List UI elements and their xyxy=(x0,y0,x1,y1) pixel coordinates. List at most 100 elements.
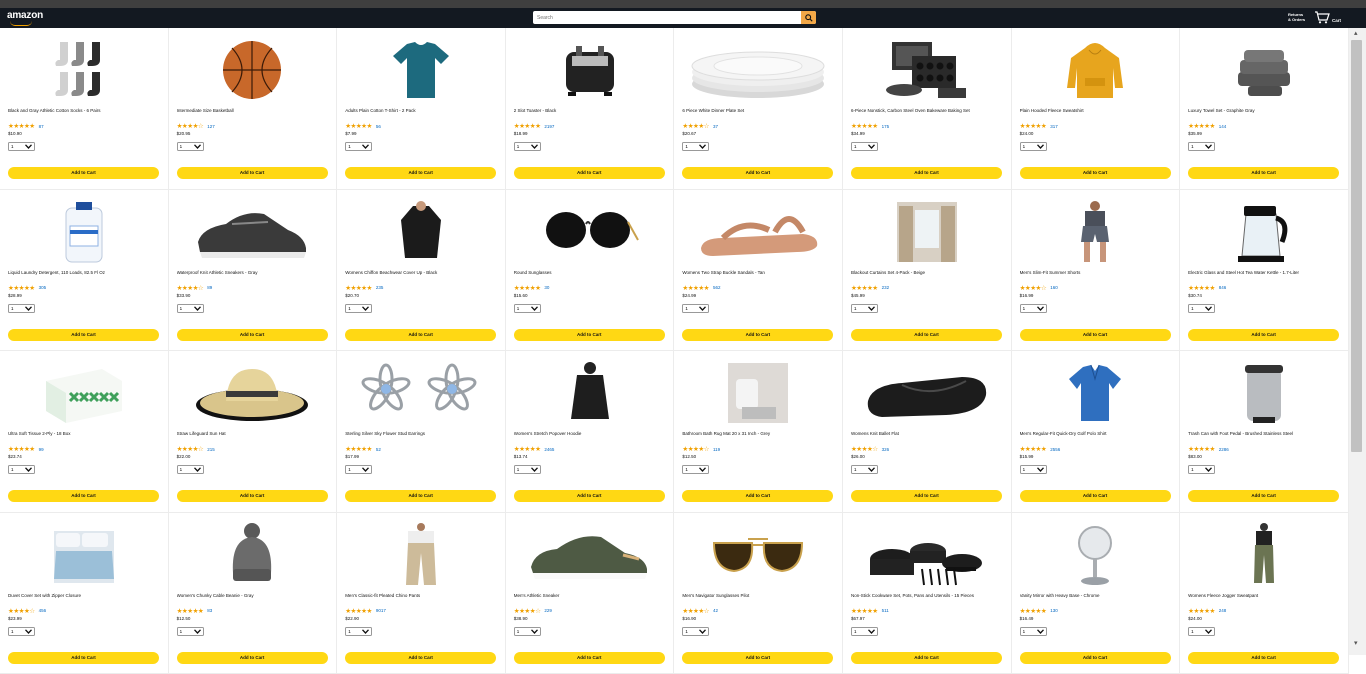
basketball-image[interactable] xyxy=(169,38,337,102)
sunhat-image[interactable] xyxy=(169,361,337,425)
rating-count-link[interactable]: 42 xyxy=(713,608,718,613)
tissue-image[interactable] xyxy=(0,361,168,425)
rating-count-link[interactable]: 562 xyxy=(713,285,721,290)
add-to-cart-button[interactable]: Add to Cart xyxy=(177,167,328,179)
rating-count-link[interactable]: 127 xyxy=(207,124,215,129)
quantity-select[interactable]: 1 xyxy=(1188,627,1215,636)
product-title[interactable]: Womens Knit Ballet Flat xyxy=(851,431,1006,436)
add-to-cart-button[interactable]: Add to Cart xyxy=(345,167,496,179)
sandal-image[interactable] xyxy=(674,200,842,264)
rating-count-link[interactable]: 99 xyxy=(39,447,44,452)
quantity-select[interactable]: 1 xyxy=(682,465,709,474)
rating-count-link[interactable]: 326 xyxy=(882,447,890,452)
product-title[interactable]: 6 Piece White Dinner Plate Set xyxy=(682,108,837,113)
add-to-cart-button[interactable]: Add to Cart xyxy=(851,652,1002,664)
product-title[interactable]: Duvet Cover Set with Zipper Closure xyxy=(8,593,163,598)
rating-count-link[interactable]: 229 xyxy=(544,608,552,613)
add-to-cart-button[interactable]: Add to Cart xyxy=(8,490,159,502)
quantity-select[interactable]: 1 xyxy=(514,465,541,474)
hoodie-women-image[interactable] xyxy=(506,361,674,425)
quantity-select[interactable]: 1 xyxy=(1020,142,1047,151)
add-to-cart-button[interactable]: Add to Cart xyxy=(1020,329,1171,341)
quantity-select[interactable]: 1 xyxy=(1188,465,1215,474)
quantity-select[interactable]: 1 xyxy=(345,627,372,636)
rating-count-link[interactable]: 248 xyxy=(1219,608,1227,613)
rating-count-link[interactable]: 83 xyxy=(207,608,212,613)
product-title[interactable]: Adults Plain Cotton T-Shirt - 2 Pack xyxy=(345,108,500,113)
rating-count-link[interactable]: 30 xyxy=(544,285,549,290)
aviator-image[interactable] xyxy=(674,523,842,587)
add-to-cart-button[interactable]: Add to Cart xyxy=(177,329,328,341)
add-to-cart-button[interactable]: Add to Cart xyxy=(8,652,159,664)
add-to-cart-button[interactable]: Add to Cart xyxy=(514,167,665,179)
search-input[interactable] xyxy=(533,11,805,24)
quantity-select[interactable]: 1 xyxy=(345,465,372,474)
add-to-cart-button[interactable]: Add to Cart xyxy=(682,167,833,179)
product-title[interactable]: Waterproof Knit Athletic Sneakers - Gray xyxy=(177,270,332,275)
polo-image[interactable] xyxy=(1012,361,1180,425)
quantity-select[interactable]: 1 xyxy=(345,142,372,151)
add-to-cart-button[interactable]: Add to Cart xyxy=(682,652,833,664)
scroll-thumb[interactable] xyxy=(1351,40,1362,452)
quantity-select[interactable]: 1 xyxy=(514,304,541,313)
plates-image[interactable] xyxy=(674,38,842,102)
cookware-image[interactable] xyxy=(843,523,1011,587)
product-title[interactable]: Liquid Laundry Detergent, 110 Loads, 82.… xyxy=(8,270,163,275)
product-title[interactable]: Men's Navigator Sunglasses Pilot xyxy=(682,593,837,598)
product-title[interactable]: Luxury Towel Set - Graphite Gray xyxy=(1188,108,1343,113)
rating-count-link[interactable]: 2197 xyxy=(544,124,554,129)
rating-count-link[interactable]: 456 xyxy=(39,608,47,613)
rating-count-link[interactable]: 130 xyxy=(1050,608,1058,613)
product-title[interactable]: Trash Can with Foot Pedal - Brushed Stai… xyxy=(1188,431,1343,436)
athletic-sneaker-image[interactable] xyxy=(506,523,674,587)
quantity-select[interactable]: 1 xyxy=(1188,142,1215,151)
product-title[interactable]: Black and Gray Athletic Cotton Socks - 6… xyxy=(8,108,163,113)
towels-image[interactable] xyxy=(1180,38,1348,102)
add-to-cart-button[interactable]: Add to Cart xyxy=(514,329,665,341)
product-title[interactable]: Men's Athletic Sneaker xyxy=(514,593,669,598)
rating-count-link[interactable]: 846 xyxy=(1219,285,1227,290)
page-scrollbar[interactable]: ▴ ▾ xyxy=(1349,28,1366,655)
scroll-up-arrow-icon[interactable]: ▴ xyxy=(1354,30,1358,37)
quantity-select[interactable]: 1 xyxy=(851,627,878,636)
quantity-select[interactable]: 1 xyxy=(1020,627,1047,636)
quantity-select[interactable]: 1 xyxy=(1020,304,1047,313)
product-title[interactable]: Vanity Mirror with Heavy Base - Chrome xyxy=(1020,593,1175,598)
product-title[interactable]: Women's Stretch Popover Hoodie xyxy=(514,431,669,436)
add-to-cart-button[interactable]: Add to Cart xyxy=(1020,652,1171,664)
product-title[interactable]: Bathroom Bath Rug Mat 20 x 31 Inch - Gre… xyxy=(682,431,837,436)
duvet-image[interactable] xyxy=(0,523,168,587)
scroll-down-arrow-icon[interactable]: ▾ xyxy=(1354,640,1358,647)
detergent-image[interactable] xyxy=(0,200,168,264)
rating-count-link[interactable]: 2286 xyxy=(1219,447,1229,452)
rating-count-link[interactable]: 87 xyxy=(39,124,44,129)
product-title[interactable]: Womens Fleece Jogger Sweatpant xyxy=(1188,593,1343,598)
rating-count-link[interactable]: 232 xyxy=(882,285,890,290)
product-title[interactable]: 6-Piece Nonstick, Carbon Steel Oven Bake… xyxy=(851,108,1006,113)
add-to-cart-button[interactable]: Add to Cart xyxy=(177,490,328,502)
quantity-select[interactable]: 1 xyxy=(177,465,204,474)
quantity-select[interactable]: 1 xyxy=(514,142,541,151)
product-title[interactable]: Round Sunglasses xyxy=(514,270,669,275)
quantity-select[interactable]: 1 xyxy=(8,465,35,474)
add-to-cart-button[interactable]: Add to Cart xyxy=(345,329,496,341)
add-to-cart-button[interactable]: Add to Cart xyxy=(177,652,328,664)
add-to-cart-button[interactable]: Add to Cart xyxy=(514,490,665,502)
rating-count-link[interactable]: 2465 xyxy=(544,447,554,452)
add-to-cart-button[interactable]: Add to Cart xyxy=(8,167,159,179)
quantity-select[interactable]: 1 xyxy=(8,627,35,636)
toaster-image[interactable] xyxy=(506,38,674,102)
add-to-cart-button[interactable]: Add to Cart xyxy=(345,490,496,502)
quantity-select[interactable]: 1 xyxy=(177,142,204,151)
add-to-cart-button[interactable]: Add to Cart xyxy=(1020,490,1171,502)
product-title[interactable]: Women's Chunky Cable Beanie - Gray xyxy=(177,593,332,598)
rating-count-link[interactable]: 37 xyxy=(713,124,718,129)
rating-count-link[interactable]: 119 xyxy=(713,447,720,452)
mirror-image[interactable] xyxy=(1012,523,1180,587)
sunglasses-image[interactable] xyxy=(506,200,674,264)
rating-count-link[interactable]: 511 xyxy=(882,608,889,613)
socks-image[interactable] xyxy=(0,38,168,102)
product-title[interactable]: Womens Chiffon Beachwear Cover Up - Blac… xyxy=(345,270,500,275)
product-title[interactable]: Ultra Soft Tissue 2-Ply - 18 Box xyxy=(8,431,163,436)
joggers-image[interactable] xyxy=(1180,523,1348,587)
